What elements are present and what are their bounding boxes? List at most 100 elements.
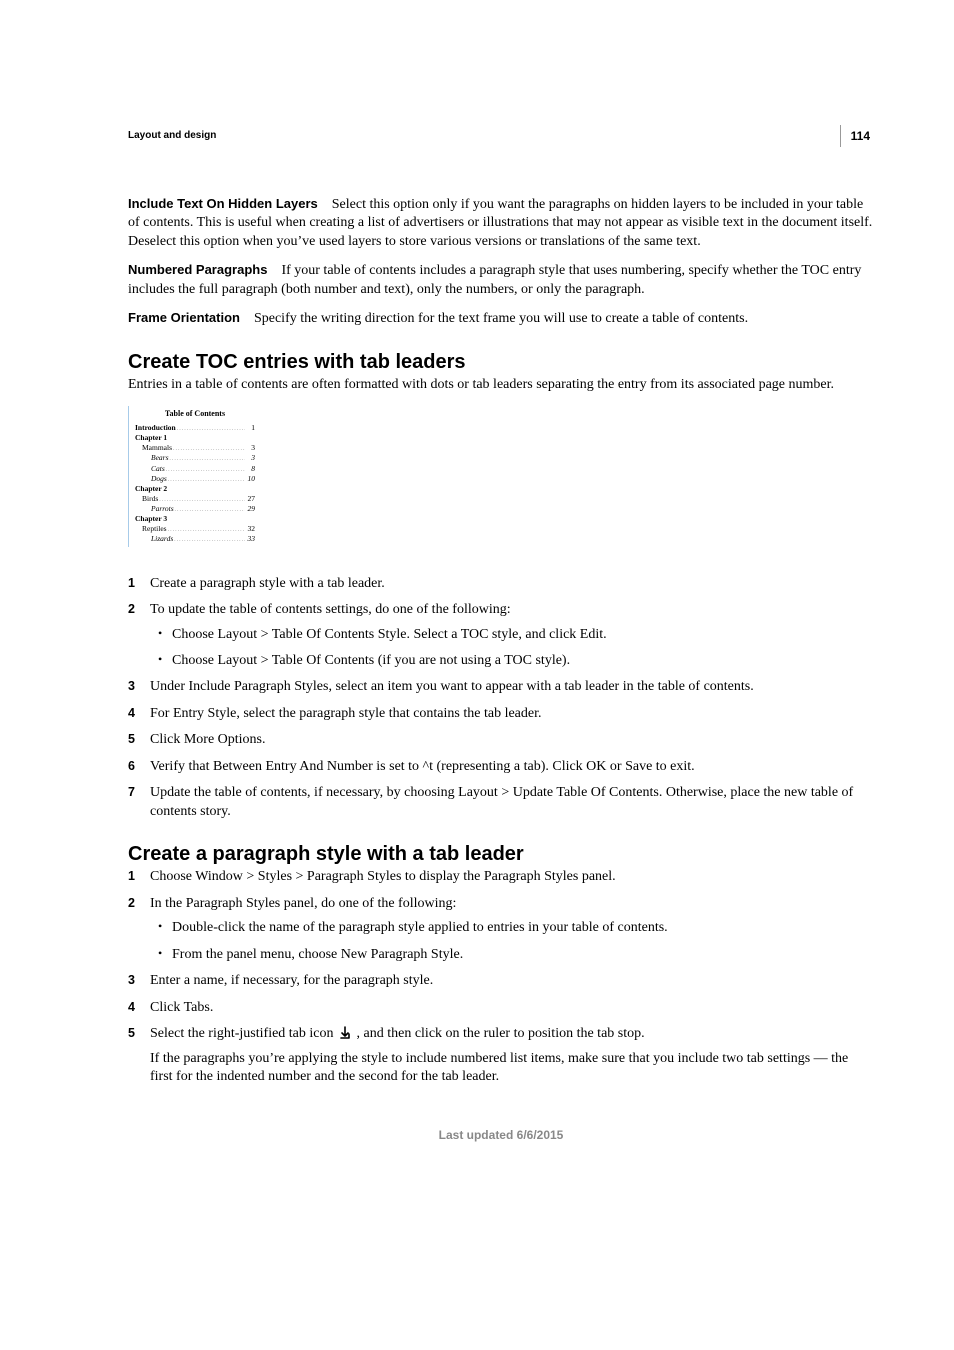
steps-list: Create a paragraph style with a tab lead… [128, 575, 874, 822]
step-item: Select the right-justified tab icon , an… [128, 1025, 874, 1086]
definition-term: Include Text On Hidden Layers [128, 196, 318, 211]
spacer [243, 311, 250, 326]
step-text: Create a paragraph style with a tab lead… [150, 576, 385, 591]
step-text-a: Select the right-justified tab icon [150, 1026, 337, 1041]
toc-row-label: Chapter 1 [135, 433, 167, 443]
toc-row-leader [176, 425, 245, 433]
bullet-item: From the panel menu, choose New Paragrap… [150, 946, 874, 964]
toc-row-label: Cats [151, 464, 165, 474]
toc-row-page: 3 [245, 443, 255, 453]
spacer [271, 263, 278, 278]
toc-figure-row: Chapter 3 [135, 514, 255, 524]
step-item: Enter a name, if necessary, for the para… [128, 972, 874, 990]
toc-figure-row: Introduction 1 [135, 423, 255, 433]
toc-row-page: 27 [245, 494, 255, 504]
toc-figure-row: Dogs 10 [135, 474, 255, 484]
definition-body: Specify the writing direction for the te… [254, 311, 748, 326]
toc-row-label: Birds [142, 494, 158, 504]
section-intro: Entries in a table of contents are often… [128, 376, 874, 394]
step-item: Click Tabs. [128, 999, 874, 1017]
step-text-b: , and then click on the ruler to positio… [353, 1026, 645, 1041]
toc-row-leader [172, 445, 245, 453]
toc-row-leader [165, 466, 245, 474]
toc-row-label: Bears [151, 453, 169, 463]
step-item: Update the table of contents, if necessa… [128, 784, 874, 821]
page-footer: Last updated 6/6/2015 [128, 1128, 874, 1142]
step-text: Enter a name, if necessary, for the para… [150, 973, 433, 988]
steps-list: Choose Window > Styles > Paragraph Style… [128, 868, 874, 1086]
bullet-text: Double-click the name of the paragraph s… [172, 920, 668, 935]
step-text: For Entry Style, select the paragraph st… [150, 706, 542, 721]
page-number-region: 114 [840, 125, 870, 147]
step-followon: If the paragraphs you’re applying the st… [150, 1050, 874, 1087]
toc-figure-row: Chapter 1 [135, 433, 255, 443]
toc-row-page: 33 [245, 534, 255, 544]
step-item: In the Paragraph Styles panel, do one of… [128, 895, 874, 964]
toc-example-figure: Table of Contents Introduction 1 Chapter 1… [128, 406, 255, 546]
step-text: To update the table of contents settings… [150, 602, 511, 617]
section-heading: Create a paragraph style with a tab lead… [128, 843, 874, 866]
toc-row-page: 32 [245, 524, 255, 534]
step-text: Update the table of contents, if necessa… [150, 785, 853, 818]
toc-figure-row: Parrots 29 [135, 504, 255, 514]
toc-figure-row: Mammals 3 [135, 443, 255, 453]
step-item: For Entry Style, select the paragraph st… [128, 705, 874, 723]
toc-row-leader [167, 476, 245, 484]
section-heading: Create TOC entries with tab leaders [128, 351, 874, 374]
toc-row-label: Dogs [151, 474, 167, 484]
toc-figure-row: Bears 3 [135, 453, 255, 463]
toc-row-page: 8 [245, 464, 255, 474]
sub-bullets: Choose Layout > Table Of Contents Style.… [150, 626, 874, 671]
right-tab-icon [339, 1026, 351, 1040]
step-text: Click Tabs. [150, 1000, 213, 1015]
bullet-item: Choose Layout > Table Of Contents (if yo… [150, 652, 874, 670]
toc-row-label: Mammals [142, 443, 172, 453]
step-item: Verify that Between Entry And Number is … [128, 758, 874, 776]
toc-row-label: Chapter 2 [135, 484, 167, 494]
bullet-text: From the panel menu, choose New Paragrap… [172, 947, 463, 962]
step-item: Under Include Paragraph Styles, select a… [128, 678, 874, 696]
toc-row-leader [167, 526, 245, 534]
toc-figure-row: Lizards 33 [135, 534, 255, 544]
toc-row-label: Chapter 3 [135, 514, 167, 524]
toc-row-label: Lizards [151, 534, 173, 544]
toc-row-page: 1 [245, 423, 255, 433]
bullet-item: Choose Layout > Table Of Contents Style.… [150, 626, 874, 644]
toc-row-page: 3 [245, 453, 255, 463]
bullet-text: Choose Layout > Table Of Contents (if yo… [172, 653, 570, 668]
definition-para: Numbered Paragraphs If your table of con… [128, 261, 874, 299]
toc-figure-title: Table of Contents [135, 409, 255, 420]
sub-bullets: Double-click the name of the paragraph s… [150, 919, 874, 964]
toc-figure-row: Cats 8 [135, 464, 255, 474]
definition-para: Frame Orientation Specify the writing di… [128, 309, 874, 328]
step-item: Click More Options. [128, 731, 874, 749]
toc-figure-row: Chapter 2 [135, 484, 255, 494]
toc-row-page: 29 [245, 504, 255, 514]
step-text: In the Paragraph Styles panel, do one of… [150, 896, 456, 911]
definition-para: Include Text On Hidden Layers Select thi… [128, 195, 874, 251]
step-text: Under Include Paragraph Styles, select a… [150, 679, 754, 694]
step-text: Verify that Between Entry And Number is … [150, 759, 695, 774]
definition-term: Numbered Paragraphs [128, 262, 267, 277]
toc-row-leader [158, 496, 245, 504]
step-item: To update the table of contents settings… [128, 601, 874, 670]
bullet-item: Double-click the name of the paragraph s… [150, 919, 874, 937]
chapter-heading: Layout and design [128, 130, 874, 141]
toc-figure-row: Birds 27 [135, 494, 255, 504]
definition-term: Frame Orientation [128, 310, 240, 325]
bullet-text: Choose Layout > Table Of Contents Style.… [172, 627, 607, 642]
step-item: Create a paragraph style with a tab lead… [128, 575, 874, 593]
spacer [321, 197, 328, 212]
toc-row-leader [169, 455, 246, 463]
step-text: Click More Options. [150, 732, 266, 747]
toc-row-page: 10 [245, 474, 255, 484]
step-text: Choose Window > Styles > Paragraph Style… [150, 869, 616, 884]
step-item: Choose Window > Styles > Paragraph Style… [128, 868, 874, 886]
page-number: 114 [851, 129, 870, 143]
toc-row-leader [174, 506, 245, 514]
toc-figure-row: Reptiles 32 [135, 524, 255, 534]
toc-row-label: Parrots [151, 504, 174, 514]
toc-row-leader [173, 536, 245, 544]
toc-row-label: Reptiles [142, 524, 167, 534]
toc-row-label: Introduction [135, 423, 176, 433]
